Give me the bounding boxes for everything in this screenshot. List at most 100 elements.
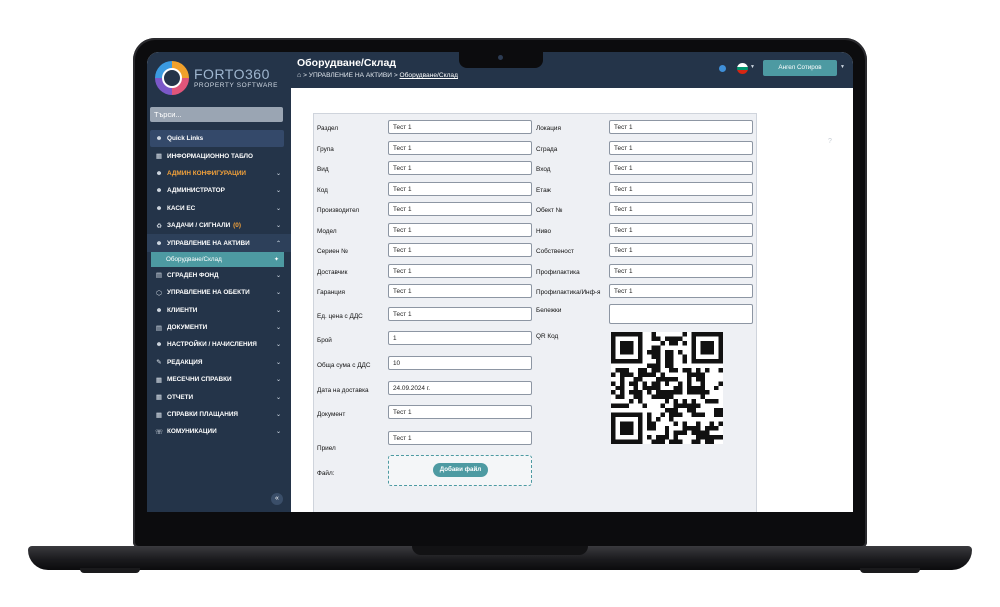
sidebar-subitem-equipment[interactable]: Оборудване/Склад ✦ (151, 251, 284, 267)
location-icon[interactable] (719, 65, 726, 72)
field-input[interactable]: 24.09.2024 г. (388, 381, 532, 395)
breadcrumb-item-equipment[interactable]: Оборудване/Склад (400, 72, 458, 79)
sidebar-item-quick-links[interactable]: ☻ Quick Links (150, 130, 284, 148)
sidebar-item-asset-management[interactable]: ☻ УПРАВЛЕНИЕ НА АКТИВИ ⌃ (147, 234, 291, 252)
camera-notch (459, 52, 543, 68)
field-input[interactable]: Тест 1 (609, 182, 753, 196)
field-input[interactable]: Тест 1 (388, 405, 532, 419)
sidebar-item-communications[interactable]: ☏ КОМУНИКАЦИИ ⌄ (147, 423, 291, 440)
field-input[interactable]: Тест 1 (609, 223, 753, 237)
field-input[interactable]: Тест 1 (388, 202, 532, 216)
sidebar-item-dashboard[interactable]: ▦ ИНФОРМАЦИОННО ТАБЛО (147, 147, 291, 164)
tasks-count-badge: (0) (233, 222, 241, 230)
search-input[interactable]: Търси... (150, 107, 283, 122)
field-label: Приел (317, 445, 336, 452)
user-icon: ☻ (155, 135, 163, 143)
field-label: Гаранция (317, 289, 345, 296)
chevron-down-icon: ⌄ (275, 272, 281, 279)
chevron-down-icon: ⌄ (275, 325, 281, 332)
sidebar-item-documents[interactable]: ▤ ДОКУМЕНТИ ⌄ (147, 319, 291, 336)
chevron-down-icon: ⌄ (275, 307, 281, 314)
field-input[interactable]: Тест 1 (609, 120, 753, 134)
field-label: Обща сума с ДДС (317, 362, 371, 369)
field-label: Производител (317, 207, 360, 214)
sidebar-item-reports[interactable]: ▦ ОТЧЕТИ ⌄ (147, 388, 291, 405)
user-icon: ☻ (155, 306, 163, 314)
pin-icon[interactable]: ✦ (274, 256, 279, 263)
chevron-down-icon: ⌄ (275, 394, 281, 401)
dashboard-icon: ▦ (155, 153, 163, 161)
field-input[interactable]: Тест 1 (388, 182, 532, 196)
help-icon[interactable]: ? (828, 138, 832, 145)
logo-brand: FORTO360 (194, 65, 270, 82)
breadcrumb: ⌂ > УПРАВЛЕНИЕ НА АКТИВИ > Оборудване/Ск… (297, 72, 458, 79)
chevron-down-icon: ▼ (750, 64, 755, 70)
sidebar-item-tasks[interactable]: ♻ ЗАДАЧИ / СИГНАЛИ (0) ⌄ (147, 217, 291, 234)
field-input[interactable]: Тест 1 (609, 161, 753, 175)
breadcrumb-item-assets[interactable]: УПРАВЛЕНИЕ НА АКТИВИ (309, 72, 392, 79)
field-input[interactable]: Тест 1 (388, 243, 532, 257)
field-input[interactable]: Тест 1 (388, 141, 532, 155)
chevron-down-icon: ⌄ (275, 429, 281, 436)
user-menu-button[interactable]: Ангел Сотиров (763, 60, 837, 76)
field-input[interactable]: Тест 1 (609, 284, 753, 298)
notes-label: Бележки (536, 307, 562, 314)
page-title: Оборудване/Склад (297, 57, 396, 69)
sidebar-item-kasi-es[interactable]: ☻ КАСИ ЕС ⌄ (147, 200, 291, 217)
field-input[interactable]: Тест 1 (609, 243, 753, 257)
report-icon: ▦ (155, 394, 163, 402)
file-dropzone[interactable]: Добави файл (388, 455, 532, 486)
field-input[interactable]: Тест 1 (609, 141, 753, 155)
equipment-form: Добави файл QR Код Раздел Тест 1 Група Тест… (313, 113, 757, 512)
collapse-sidebar-button[interactable]: « (271, 493, 283, 505)
field-input[interactable]: Тест 1 (609, 264, 753, 278)
field-input[interactable]: 10 (388, 356, 532, 370)
language-flag-icon[interactable] (737, 63, 748, 74)
qr-code-label: QR Код (536, 333, 559, 340)
field-label: Профилактика (536, 269, 580, 276)
user-icon: ☻ (155, 169, 163, 177)
laptop-foot (860, 568, 920, 573)
sidebar-item-monthly-reports[interactable]: ▦ МЕСЕЧНИ СПРАВКИ ⌄ (147, 371, 291, 388)
chevron-down-icon: ⌄ (275, 170, 281, 177)
notes-textarea[interactable] (609, 304, 753, 324)
building-icon: ▤ (155, 272, 163, 280)
sidebar-item-admin-config[interactable]: ☻ АДМИН КОНФИГУРАЦИИ ⌄ (147, 165, 291, 182)
main-content: ? Добави файл QR Код Раздел Тест 1 Група Те… (291, 88, 853, 512)
field-input[interactable]: Тест 1 (388, 431, 532, 445)
sidebar-item-object-management[interactable]: ⬡ УПРАВЛЕНИЕ НА ОБЕКТИ ⌄ (147, 284, 291, 301)
field-label: Група (317, 146, 334, 153)
field-label: Обект № (536, 207, 563, 214)
field-label: Ниво (536, 228, 552, 235)
logo[interactable]: FORTO360 PROPERTY SOFTWARE (147, 52, 291, 104)
field-label: Локация (536, 125, 561, 132)
report-icon: ▦ (155, 376, 163, 384)
field-input[interactable]: Тест 1 (388, 264, 532, 278)
sidebar-item-editing[interactable]: ✎ РЕДАКЦИЯ ⌄ (147, 354, 291, 371)
field-input[interactable]: 1 (388, 331, 532, 345)
sidebar-item-settings[interactable]: ☻ НАСТРОЙКИ / НАЧИСЛЕНИЯ ⌄ (147, 336, 291, 353)
headset-icon: ☏ (155, 428, 164, 436)
field-input[interactable]: Тест 1 (388, 161, 532, 175)
field-label: Ед. цена с ДДС (317, 313, 363, 320)
chevron-down-icon: ⌄ (275, 290, 281, 297)
field-input[interactable]: Тест 1 (609, 202, 753, 216)
field-label: Модел (317, 228, 337, 235)
field-label: Документ (317, 411, 346, 418)
laptop-hinge (412, 546, 588, 555)
sidebar-item-administrator[interactable]: ☻ АДМИНИСТРАТОР ⌄ (147, 182, 291, 199)
chevron-down-icon: ⌄ (275, 342, 281, 349)
sidebar-item-payment-reports[interactable]: ▦ СПРАВКИ ПЛАЩАНИЯ ⌄ (147, 406, 291, 423)
chevron-down-icon: ⌄ (275, 205, 281, 212)
sidebar-item-clients[interactable]: ☻ КЛИЕНТИ ⌄ (147, 302, 291, 319)
field-input[interactable]: Тест 1 (388, 120, 532, 134)
sidebar-item-building-fund[interactable]: ▤ СГРАДЕН ФОНД ⌄ (147, 267, 291, 284)
add-file-button[interactable]: Добави файл (433, 463, 488, 477)
chevron-down-icon: ⌄ (275, 377, 281, 384)
field-input[interactable]: Тест 1 (388, 223, 532, 237)
home-icon[interactable]: ⌂ (297, 72, 301, 79)
field-input[interactable]: Тест 1 (388, 284, 532, 298)
tasks-icon: ♻ (156, 222, 162, 230)
field-label: Сграда (536, 146, 558, 153)
field-input[interactable]: Тест 1 (388, 307, 532, 321)
